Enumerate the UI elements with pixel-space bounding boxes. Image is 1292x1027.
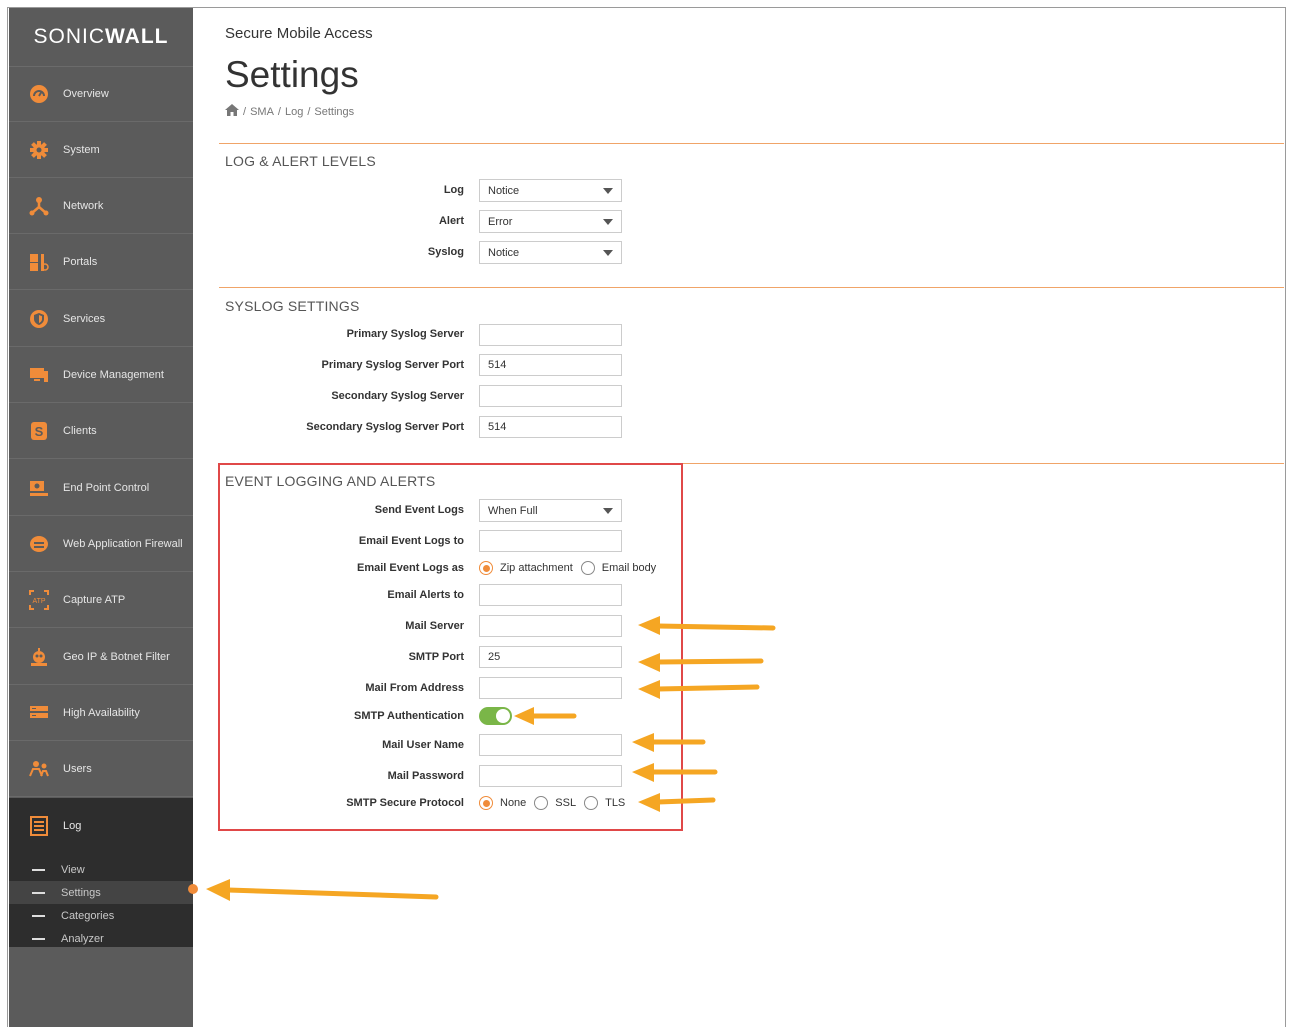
selected-indicator-dot: [188, 884, 198, 894]
primary-syslog-server-label: Primary Syslog Server: [346, 328, 464, 340]
arrow-left-icon: [638, 653, 764, 672]
sidebar-subitem-settings[interactable]: Settings: [9, 881, 193, 904]
log-level-select[interactable]: Notice: [479, 179, 622, 202]
sidebar-item-device-management[interactable]: Device Management: [9, 347, 193, 403]
sidebar-item-capture-atp[interactable]: ATP Capture ATP: [9, 572, 193, 628]
secondary-syslog-port-input[interactable]: 514: [479, 416, 622, 438]
sidebar-subitem-categories[interactable]: Categories: [9, 904, 193, 927]
arrow-left-icon: [632, 763, 718, 782]
log-level-label: Log: [443, 184, 464, 196]
alert-level-select[interactable]: Error: [479, 210, 622, 233]
section-title-syslog-settings: SYSLOG SETTINGS: [225, 298, 360, 314]
alert-level-label: Alert: [438, 215, 464, 227]
sidebar-item-end-point-control[interactable]: End Point Control: [9, 460, 193, 516]
dash-icon: [32, 937, 45, 940]
sidebar-item-portals[interactable]: Portals: [9, 234, 193, 290]
arrow-left-icon: [638, 793, 716, 812]
sidebar-item-users[interactable]: Users: [9, 741, 193, 797]
network-icon: [28, 195, 50, 217]
endpoint-icon: [28, 477, 50, 499]
breadcrumb: / SMA / Log / Settings: [225, 104, 354, 119]
gear-icon: [28, 139, 50, 161]
annotation-highlight-box: [218, 463, 683, 831]
atp-icon: ATP: [28, 589, 50, 611]
arrow-left-icon: [514, 707, 577, 725]
chevron-down-icon: [603, 219, 613, 225]
sidebar-item-clients[interactable]: S Clients: [9, 403, 193, 459]
geoip-icon: [28, 646, 50, 668]
dash-icon: [32, 891, 45, 894]
breadcrumb-settings: Settings: [314, 105, 355, 118]
arrow-left-icon: [632, 733, 706, 752]
syslog-level-select[interactable]: Notice: [479, 241, 622, 264]
sidebar-item-geo-ip-botnet-filter[interactable]: Geo IP & Botnet Filter: [9, 629, 193, 685]
svg-text:S: S: [35, 424, 44, 439]
breadcrumb-log[interactable]: Log: [285, 106, 303, 118]
sidebar: SONIC WALL Overview System Network Portal…: [9, 8, 193, 1027]
page-title: Settings: [225, 54, 359, 95]
sidebar-item-system[interactable]: System: [9, 122, 193, 178]
svg-text:ATP: ATP: [32, 598, 45, 605]
dash-icon: [32, 868, 45, 871]
firewall-icon: [28, 533, 50, 555]
primary-syslog-server-input[interactable]: [479, 324, 622, 346]
primary-syslog-port-label: Primary Syslog Server Port: [321, 359, 464, 371]
syslog-level-label: Syslog: [427, 246, 464, 258]
sidebar-subitem-view[interactable]: View: [9, 858, 193, 881]
secondary-syslog-server-input[interactable]: [479, 385, 622, 407]
home-icon[interactable]: [225, 104, 239, 119]
sidebar-item-network[interactable]: Network: [9, 178, 193, 234]
sidebar-item-overview[interactable]: Overview: [9, 66, 193, 122]
sidebar-subitem-analyzer[interactable]: Analyzer: [9, 927, 193, 950]
sidebar-item-services[interactable]: Services: [9, 291, 193, 347]
sonicwall-logo: SONIC WALL: [9, 8, 193, 67]
section-title-log-alert-levels: LOG & ALERT LEVELS: [225, 153, 376, 169]
secondary-syslog-server-label: Secondary Syslog Server: [331, 390, 464, 402]
server-icon: [28, 702, 50, 724]
log-icon: [28, 815, 50, 837]
sidebar-item-high-availability[interactable]: High Availability: [9, 685, 193, 741]
users-icon: [28, 758, 50, 780]
portals-icon: [28, 251, 50, 273]
clients-icon: S: [28, 420, 50, 442]
breadcrumb-sma[interactable]: SMA: [250, 106, 274, 118]
dash-icon: [32, 914, 45, 917]
gauge-icon: [28, 83, 50, 105]
section-divider: [219, 287, 1284, 288]
sidebar-item-log[interactable]: Log: [9, 798, 193, 854]
arrow-left-icon: [206, 879, 439, 901]
secondary-syslog-port-label: Secondary Syslog Server Port: [306, 421, 464, 433]
arrow-left-icon: [638, 680, 760, 699]
chevron-down-icon: [603, 188, 613, 194]
sidebar-item-web-application-firewall[interactable]: Web Application Firewall: [9, 516, 193, 572]
page-subtitle: Secure Mobile Access: [225, 25, 373, 42]
shield-icon: [28, 308, 50, 330]
primary-syslog-port-input[interactable]: 514: [479, 354, 622, 376]
monitor-icon: [28, 364, 50, 386]
section-divider: [219, 143, 1284, 144]
log-subnav: View Settings Categories Analyzer: [9, 854, 193, 947]
chevron-down-icon: [603, 250, 613, 256]
arrow-left-icon: [638, 616, 776, 635]
